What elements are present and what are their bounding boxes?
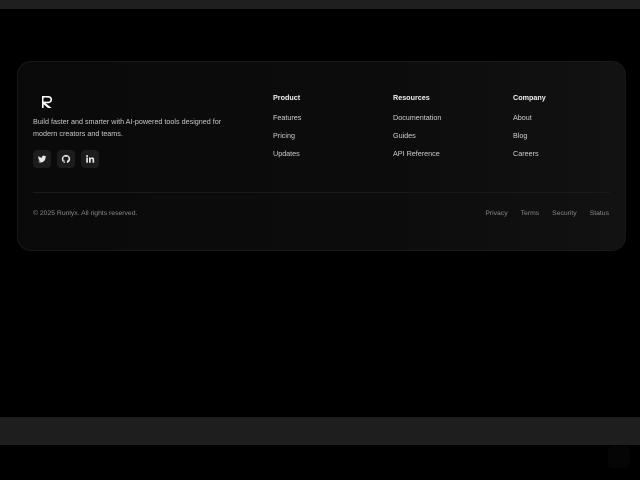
footer-link-blog[interactable]: Blog (513, 131, 546, 149)
footer-link-guides[interactable]: Guides (393, 131, 441, 149)
copyright-text: © 2025 Runlyx. All rights reserved. (33, 210, 138, 217)
linkedin-icon (86, 155, 95, 163)
brand-tagline: Build faster and smarter with AI-powered… (33, 117, 222, 138)
github-link[interactable] (57, 150, 75, 168)
site-footer: Build faster and smarter with AI-powered… (17, 61, 626, 251)
footer-column-resources: Resources Documentation Guides API Refer… (393, 93, 441, 167)
legal-link-status[interactable]: Status (590, 210, 609, 217)
brand-logo-icon[interactable] (39, 94, 55, 110)
bottom-bar (0, 417, 640, 445)
legal-link-terms[interactable]: Terms (521, 210, 540, 217)
footer-link-updates[interactable]: Updates (273, 149, 301, 167)
linkedin-link[interactable] (81, 150, 99, 168)
footer-link-documentation[interactable]: Documentation (393, 113, 441, 131)
footer-link-careers[interactable]: Careers (513, 149, 546, 167)
legal-link-privacy[interactable]: Privacy (485, 210, 507, 217)
top-bar (0, 0, 640, 9)
footer-link-about[interactable]: About (513, 113, 546, 131)
twitter-icon (37, 155, 47, 163)
floating-button[interactable] (608, 446, 630, 468)
github-icon (61, 154, 71, 163)
footer-column-product: Product Features Pricing Updates (273, 93, 301, 167)
footer-divider (33, 192, 610, 193)
twitter-link[interactable] (33, 150, 51, 168)
column-heading: Product (273, 93, 301, 102)
social-links (33, 150, 99, 168)
footer-link-pricing[interactable]: Pricing (273, 131, 301, 149)
column-heading: Resources (393, 93, 430, 102)
footer-link-features[interactable]: Features (273, 113, 301, 131)
footer-link-api-reference[interactable]: API Reference (393, 149, 441, 167)
column-heading: Company (513, 93, 546, 102)
legal-link-security[interactable]: Security (552, 210, 577, 217)
footer-column-company: Company About Blog Careers (513, 93, 546, 167)
legal-links: Privacy Terms Security Status (485, 210, 609, 217)
